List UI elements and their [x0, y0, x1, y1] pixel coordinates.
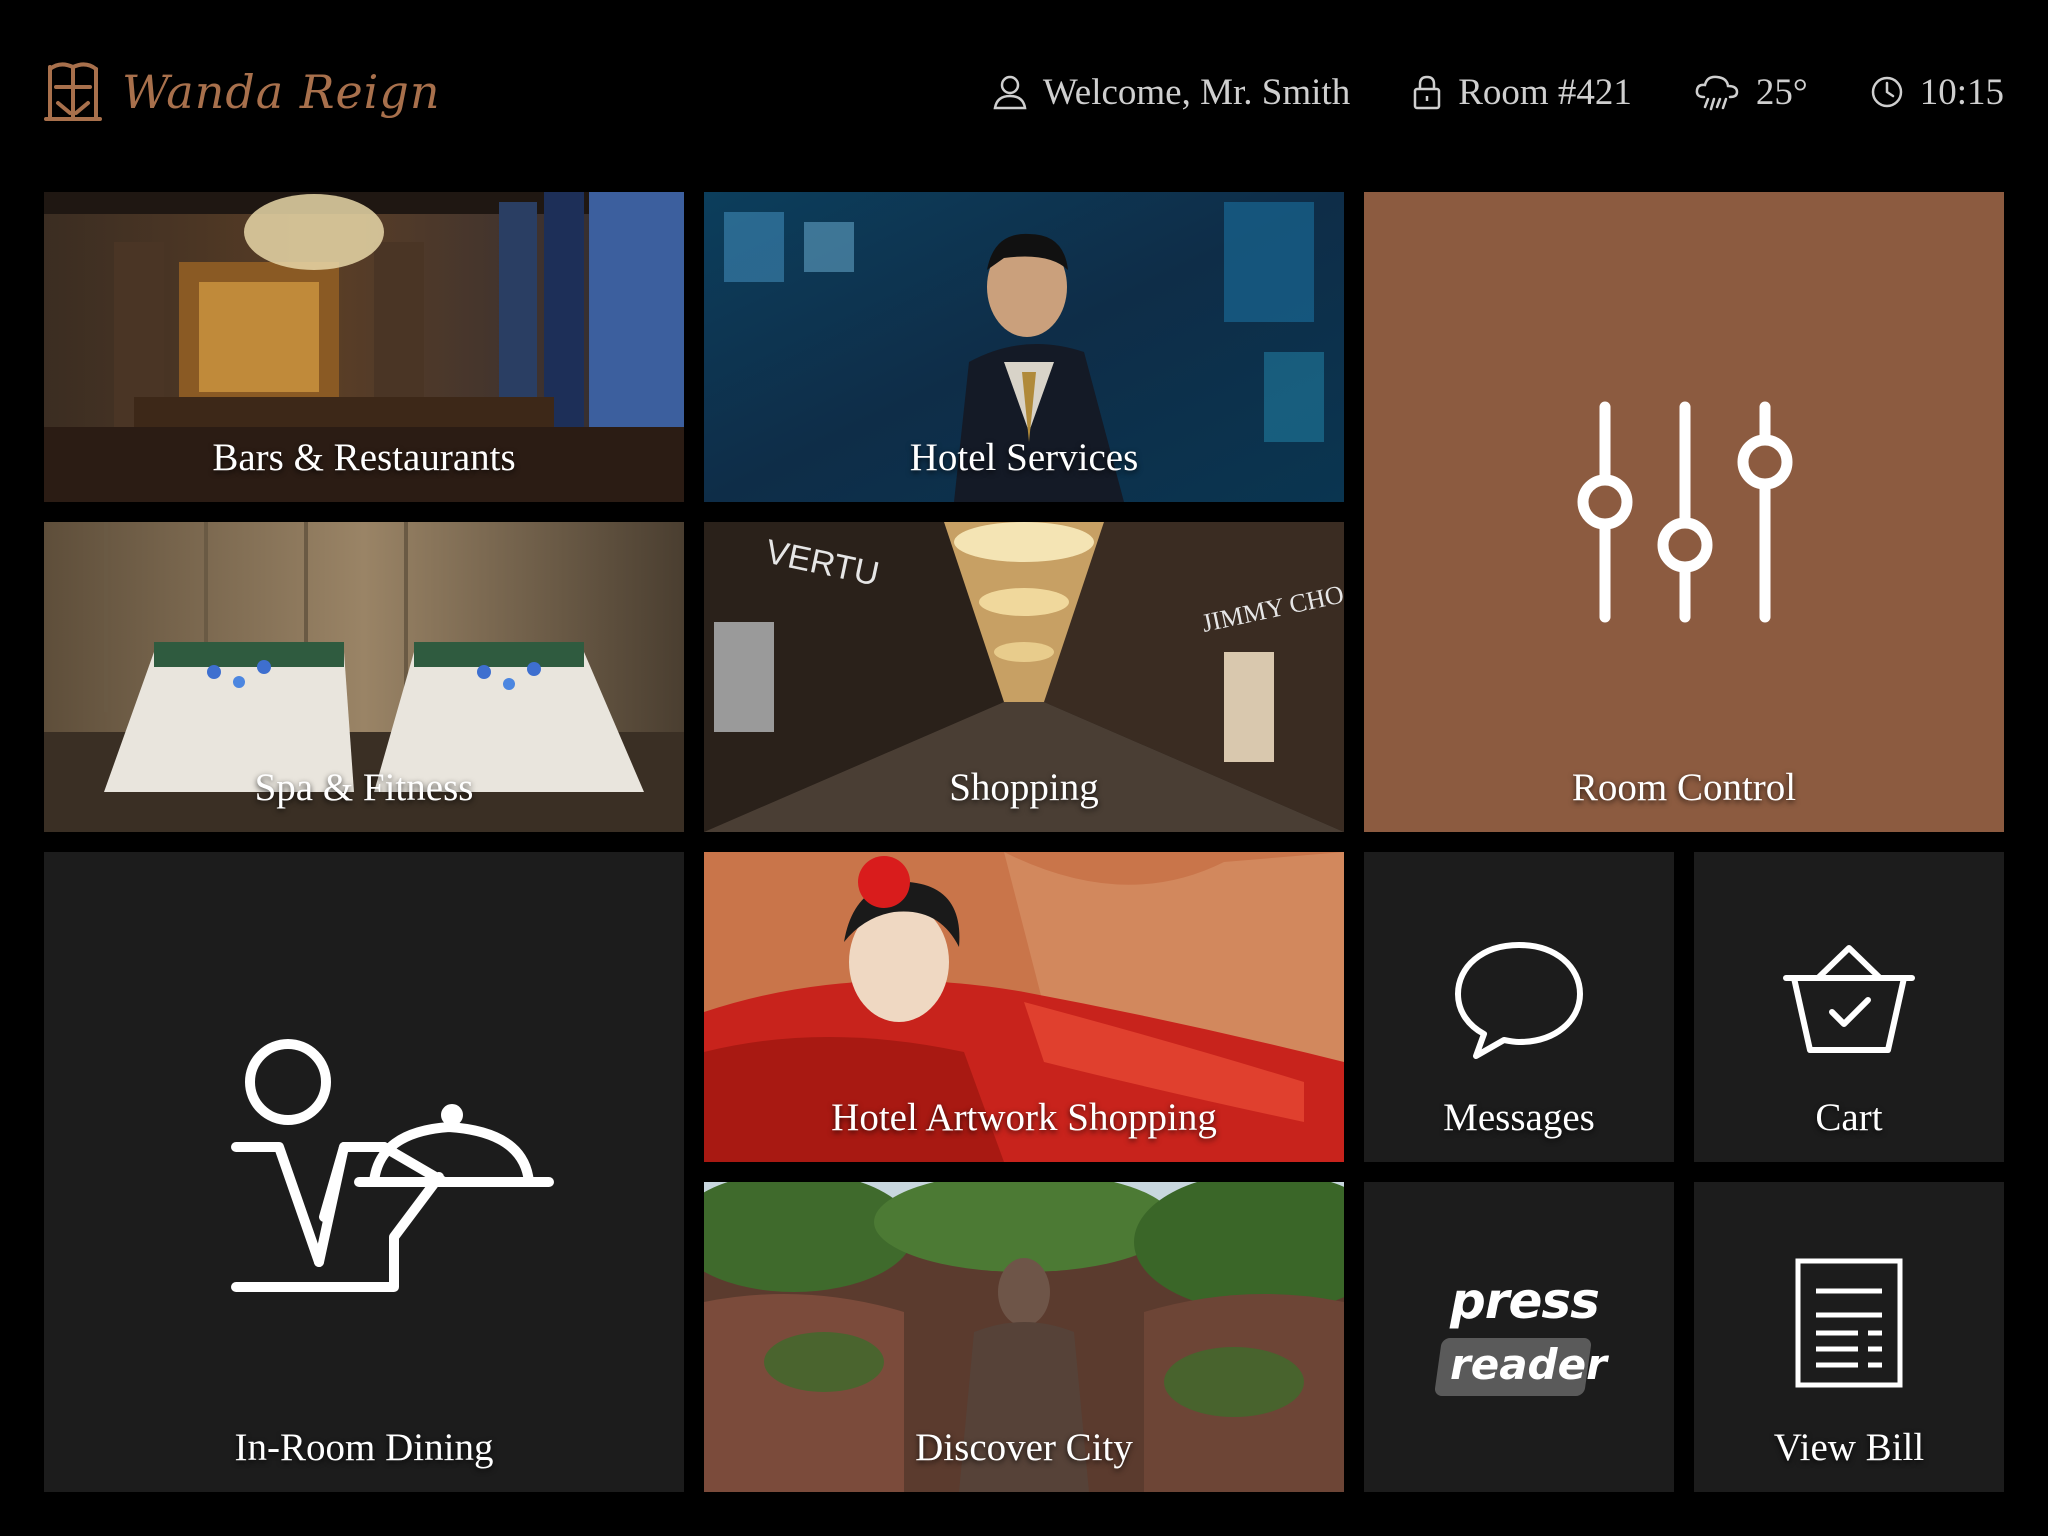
tile-shopping[interactable]: VERTU JIMMY CHOO Shopping [704, 522, 1344, 832]
tile-bars-restaurants[interactable]: Bars & Restaurants [44, 192, 684, 502]
top-bar: Wanda Reign Welcome, Mr. Smith Room #421 [0, 0, 2048, 185]
room-text: Room #421 [1458, 71, 1632, 113]
user-icon [993, 75, 1027, 110]
tile-label: Shopping [949, 766, 1099, 809]
tile-messages[interactable]: Messages [1364, 852, 1674, 1162]
press-text: press [1450, 1272, 1600, 1330]
tile-label: View Bill [1773, 1426, 1925, 1469]
rain-cloud-icon [1695, 75, 1739, 111]
tile-hotel-artwork-shopping[interactable]: Hotel Artwork Shopping [704, 852, 1344, 1162]
tile-cart[interactable]: Cart [1694, 852, 2004, 1162]
tile-label: Messages [1443, 1096, 1595, 1139]
tile-label: Spa & Fitness [254, 766, 474, 809]
waiter-icon [231, 1039, 554, 1292]
weather[interactable]: 25° [1694, 71, 1808, 114]
receipt-icon [1795, 1258, 1903, 1388]
tile-label: Hotel Services [909, 436, 1139, 479]
tile-label: In-Room Dining [234, 1426, 494, 1469]
welcome-text: Welcome, Mr. Smith [1042, 71, 1351, 113]
tile-discover-city[interactable]: Discover City [704, 1182, 1344, 1492]
tile-label: Bars & Restaurants [212, 436, 516, 479]
brand-name: Wanda Reign [122, 65, 441, 119]
tile-press-reader[interactable]: press reader [1364, 1182, 1674, 1492]
room-number[interactable]: Room #421 [1412, 71, 1632, 114]
tile-label: Cart [1815, 1096, 1883, 1139]
speech-bubble-icon [1455, 942, 1583, 1059]
status-bar: Welcome, Mr. Smith Room #421 25° 10:15 [993, 62, 2004, 122]
tile-spa-fitness[interactable]: Spa & Fitness [44, 522, 684, 832]
tile-room-control[interactable]: Room Control [1364, 192, 2004, 832]
hotel-logo: Wanda Reign [44, 52, 440, 132]
clock-icon [1871, 76, 1902, 108]
tile-hotel-services[interactable]: Hotel Services [704, 192, 1344, 502]
press-reader-logo: press reader [1433, 1272, 1607, 1412]
temperature-text: 25° [1755, 71, 1808, 113]
tile-label: Room Control [1571, 766, 1797, 809]
clock: 10:15 [1870, 71, 2004, 114]
time-text: 10:15 [1919, 71, 2004, 113]
tile-in-room-dining[interactable]: In-Room Dining [44, 852, 684, 1492]
brand-mark-icon [44, 62, 102, 121]
tile-label: Discover City [915, 1426, 1133, 1469]
tile-view-bill[interactable]: View Bill [1694, 1182, 2004, 1492]
guest-welcome[interactable]: Welcome, Mr. Smith [993, 71, 1350, 114]
lock-icon [1413, 75, 1441, 110]
tile-label: Hotel Artwork Shopping [831, 1096, 1217, 1139]
basket-check-icon [1783, 945, 1915, 1053]
reader-text: reader [1450, 1340, 1607, 1389]
sliders-icon [1577, 401, 1793, 623]
